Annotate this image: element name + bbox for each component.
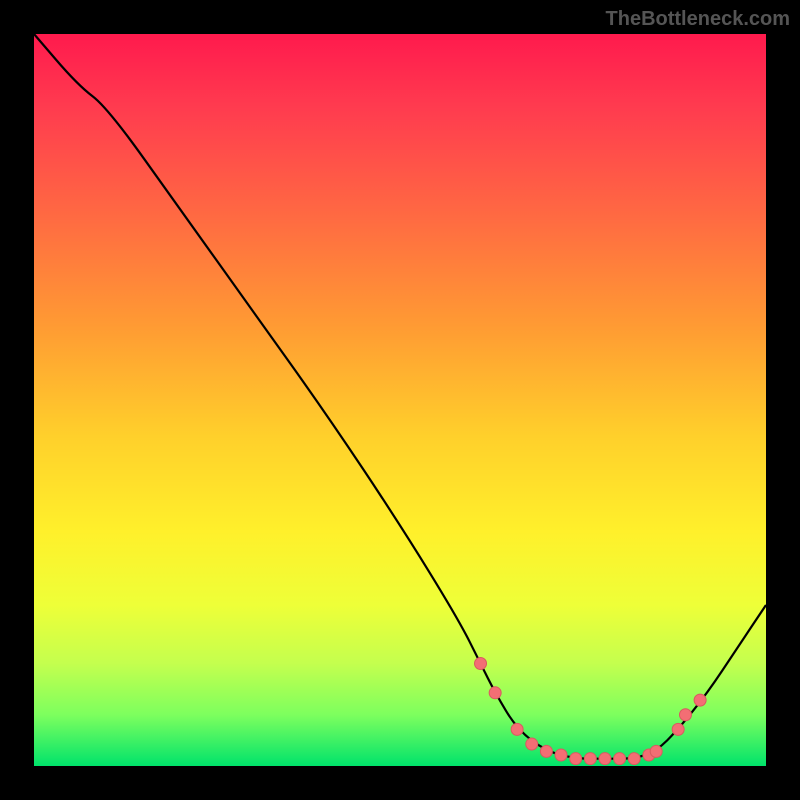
data-marker: [694, 694, 706, 706]
data-marker: [489, 687, 501, 699]
data-marker: [679, 709, 691, 721]
data-marker: [599, 753, 611, 765]
bottleneck-curve: [34, 34, 766, 759]
data-marker: [584, 753, 596, 765]
data-marker: [570, 753, 582, 765]
data-marker: [614, 753, 626, 765]
data-marker: [650, 745, 662, 757]
data-marker: [672, 723, 684, 735]
data-marker: [540, 745, 552, 757]
data-marker: [475, 658, 487, 670]
attribution-label: TheBottleneck.com: [606, 8, 790, 31]
data-marker: [628, 753, 640, 765]
chart-overlay: [34, 34, 766, 766]
chart-frame: TheBottleneck.com: [0, 0, 800, 800]
data-marker: [555, 749, 567, 761]
marker-group: [475, 658, 707, 765]
data-marker: [526, 738, 538, 750]
data-marker: [511, 723, 523, 735]
